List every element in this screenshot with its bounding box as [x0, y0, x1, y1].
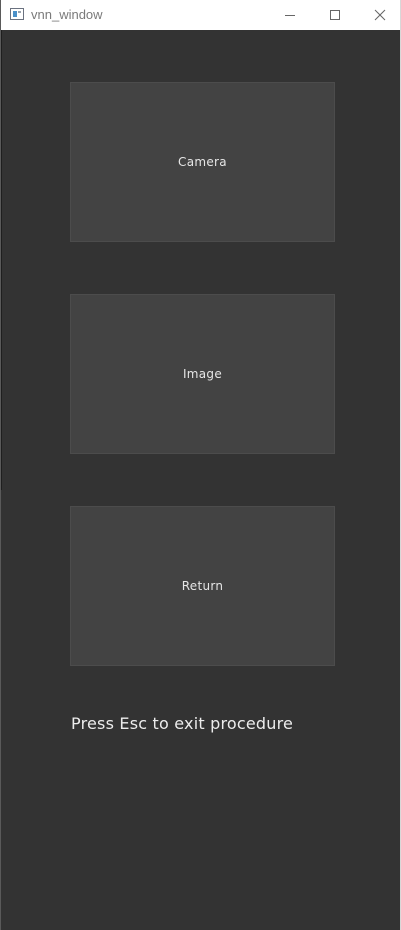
camera-button[interactable]: Camera: [70, 82, 335, 242]
image-button-label: Image: [182, 367, 223, 381]
app-window-icon: [10, 8, 24, 20]
image-button[interactable]: Image: [70, 294, 335, 454]
camera-button-label: Camera: [178, 155, 227, 169]
maximize-button[interactable]: [312, 0, 358, 30]
title-bar[interactable]: vnn_window: [1, 0, 400, 30]
window-edge-shadow: [1, 30, 2, 490]
exit-hint: Press Esc to exit procedure: [71, 714, 294, 733]
return-button-label: Return: [181, 579, 224, 593]
close-icon: [374, 9, 386, 21]
return-button[interactable]: Return: [70, 506, 335, 666]
close-button[interactable]: [357, 0, 401, 30]
window-title: vnn_window: [31, 7, 103, 22]
minimize-button[interactable]: [267, 0, 313, 30]
maximize-icon: [330, 10, 340, 20]
app-window: vnn_window Camera Image Return Press Esc…: [0, 0, 401, 930]
minimize-icon: [285, 14, 295, 16]
